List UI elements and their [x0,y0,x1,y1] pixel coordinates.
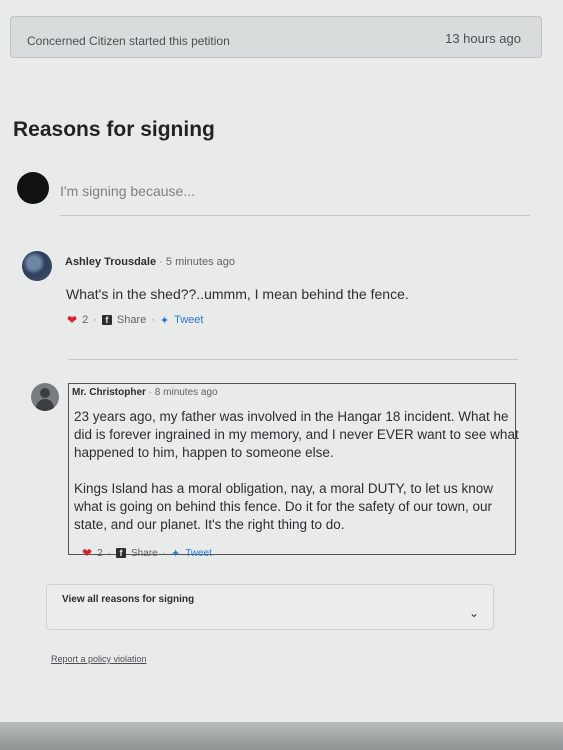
comment-line: what is going on behind this fence. Do i… [74,499,492,514]
comment-actions: ❤ 2 · f Share · ✦ Tweet [82,546,212,560]
comment-time: 5 minutes ago [165,256,235,268]
starter-text: Concerned Citizen started this petition [27,34,230,48]
comment-author[interactable]: Ashley Trousdale [65,256,156,268]
screen-bezel [0,722,563,750]
tweet-button[interactable]: Tweet [185,548,212,559]
avatar[interactable] [31,383,59,411]
comment-meta: Ashley Trousdale · 5 minutes ago [65,256,235,268]
heart-icon[interactable]: ❤ [82,546,92,560]
comment-text: What's in the shed??..ummm, I mean behin… [66,285,409,303]
view-all-reasons-dropdown[interactable]: View all reasons for signing ⌄ [46,584,494,630]
facebook-icon: f [115,548,126,558]
chevron-down-icon: ⌄ [468,606,479,620]
tweet-button[interactable]: Tweet [174,314,203,326]
reasons-title: Reasons for signing [13,118,215,141]
comment-actions: ❤ 2 · f Share · ✦ Tweet [67,313,204,327]
view-all-label: View all reasons for signing [62,594,195,605]
comment-line: What's in the shed??..ummm, I mean behin… [66,286,409,302]
comment-line: 23 years ago, my father was involved in … [74,409,509,424]
heart-icon[interactable]: ❤ [67,313,77,327]
like-count: 2 [97,547,103,559]
comment-meta: Mr. Christopher · 8 minutes ago [72,387,218,398]
twitter-icon: ✦ [159,314,170,327]
started-time: 13 hours ago [445,31,521,46]
comment-time: 8 minutes ago [154,387,218,398]
comment-line: state, and our planet. It's the right th… [74,517,345,532]
comment-divider [68,359,518,360]
report-policy-violation-link[interactable]: Report a policy violation [51,654,147,664]
share-button[interactable]: Share [131,548,158,559]
share-button[interactable]: Share [117,314,146,326]
twitter-icon: ✦ [171,547,181,560]
current-user-avatar [17,172,49,204]
comment-text: 23 years ago, my father was involved in … [74,408,519,534]
comment-line: did is forever ingrained in my memory, a… [74,427,519,442]
avatar[interactable] [22,251,52,281]
like-count: 2 [82,314,89,326]
signing-reason-input[interactable] [60,180,530,216]
petition-starter-banner: Concerned Citizen started this petition … [10,16,542,58]
comment-line: happened to him, happen to someone else. [74,445,334,460]
comment-author[interactable]: Mr. Christopher [72,387,146,398]
comment-line: Kings Island has a moral obligation, nay… [74,481,493,496]
facebook-icon: f [101,315,112,325]
